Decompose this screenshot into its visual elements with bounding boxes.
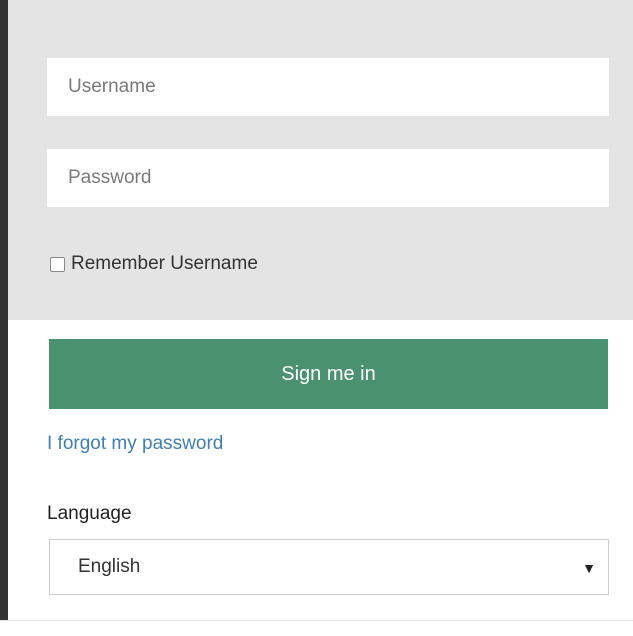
remember-username-option[interactable]: Remember Username: [50, 251, 258, 277]
left-border: [0, 0, 8, 621]
forgot-password-link[interactable]: I forgot my password: [47, 430, 223, 458]
language-select[interactable]: English ▼: [49, 539, 609, 595]
dropdown-arrow-icon: ▼: [582, 559, 596, 576]
language-selected-value: English: [78, 556, 141, 577]
username-input[interactable]: [47, 58, 609, 116]
sign-in-button[interactable]: Sign me in: [49, 339, 608, 409]
remember-username-label: Remember Username: [71, 253, 258, 274]
bottom-divider: [0, 620, 633, 621]
remember-username-checkbox[interactable]: [50, 256, 65, 272]
password-input[interactable]: [47, 149, 609, 207]
language-label: Language: [47, 503, 132, 524]
